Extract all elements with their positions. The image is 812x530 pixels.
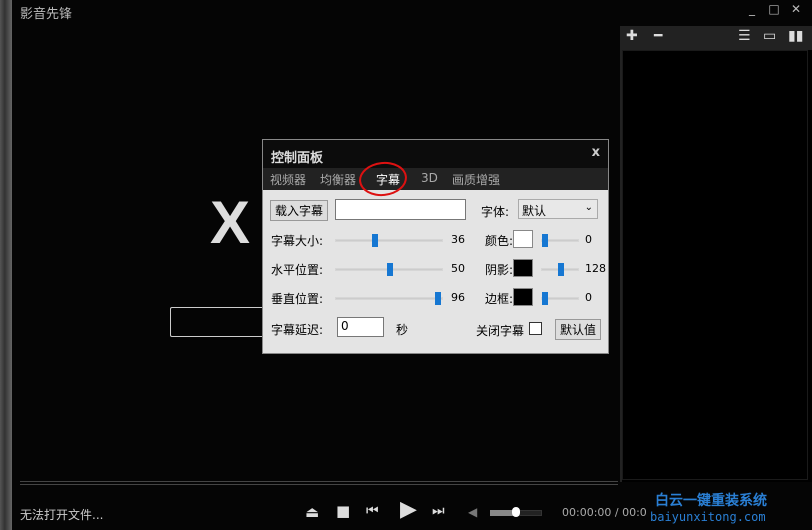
dialog-close-button[interactable]: x (592, 145, 600, 160)
delay-input[interactable]: 0 (337, 317, 384, 337)
slider-value: 50 (451, 262, 465, 275)
tab-equalizer[interactable]: 均衡器 (320, 171, 356, 188)
slider-value: 96 (451, 291, 465, 304)
slider-label: 垂直位置: (271, 292, 324, 306)
font-value: 默认 (522, 204, 547, 218)
volume-icon[interactable]: ◀ (468, 505, 477, 519)
play-button[interactable]: ▶ (400, 497, 417, 522)
close-subtitle-checkbox[interactable] (529, 322, 542, 335)
color-label: 颜色: (485, 234, 514, 248)
stop-button[interactable]: ■ (336, 502, 350, 520)
subtitle-path-input[interactable] (335, 199, 466, 220)
next-button[interactable]: ⏭ (432, 503, 445, 519)
slider-label: 字幕大小: (271, 234, 324, 248)
color-slider-knob[interactable] (542, 234, 548, 247)
playlist-toolbar (620, 26, 812, 50)
chevron-down-icon: ⌄ (584, 202, 593, 213)
previous-button[interactable]: ⏮ (366, 503, 379, 519)
slider-knob[interactable] (387, 263, 393, 276)
chat-icon[interactable]: ▭ (763, 28, 776, 44)
minimize-button[interactable]: _ (744, 2, 760, 16)
window-border (0, 0, 12, 530)
watermark-text: 白云一键重装系统 (655, 493, 767, 509)
delay-label: 字幕延迟: (271, 323, 324, 337)
color-slider-value: 0 (585, 233, 592, 246)
signal-icon[interactable]: ▮▮ (788, 28, 803, 44)
time-display: 00:00:00 / 00:0 (562, 506, 647, 519)
eject-button[interactable]: ⏏ (305, 503, 319, 521)
font-label: 字体: (481, 205, 510, 219)
color-swatch[interactable] (513, 230, 533, 248)
tab-video[interactable]: 视频器 (270, 171, 306, 188)
color-slider-knob[interactable] (542, 292, 548, 305)
slider-label: 水平位置: (271, 263, 324, 277)
close-subtitle-label: 关闭字幕 (476, 324, 525, 338)
slider-track[interactable] (335, 297, 443, 300)
slider-knob[interactable] (372, 234, 379, 247)
color-swatch[interactable] (513, 259, 533, 277)
volume-knob[interactable] (512, 507, 520, 517)
dialog-title: 控制面板 (263, 140, 608, 168)
color-slider-value: 128 (585, 262, 606, 275)
load-subtitle-button[interactable]: 载入字幕 (270, 200, 329, 221)
app-title: 影音先锋 (20, 7, 73, 22)
color-slider-value: 0 (585, 291, 592, 304)
slider-track[interactable] (335, 239, 443, 242)
font-select[interactable]: 默认 ⌄ (518, 199, 598, 219)
logo-glyph: X (210, 189, 251, 256)
control-panel-dialog: 控制面板 x 视频器 均衡器 字幕 3D 画质增强 载入字幕 字体: 默认 ⌄ … (262, 139, 609, 354)
maximize-button[interactable]: □ (766, 2, 782, 16)
status-text: 无法打开文件... (20, 508, 104, 522)
color-slider-knob[interactable] (558, 263, 564, 276)
slider-knob[interactable] (434, 292, 441, 305)
close-button[interactable]: ✕ (788, 2, 804, 16)
delay-unit: 秒 (396, 323, 409, 337)
slider-value: 36 (451, 233, 465, 246)
list-icon[interactable]: ☰ (738, 28, 751, 44)
color-label: 阴影: (485, 263, 514, 277)
tab-3d[interactable]: 3D (421, 171, 438, 185)
default-button[interactable]: 默认值 (555, 319, 602, 340)
color-swatch[interactable] (513, 288, 533, 306)
color-label: 边框: (485, 292, 514, 306)
playlist-list[interactable] (622, 50, 808, 480)
tab-bar: 视频器 均衡器 字幕 3D 画质增强 (263, 168, 608, 190)
add-icon[interactable]: ✚ (626, 28, 638, 44)
tab-enhance[interactable]: 画质增强 (452, 171, 500, 188)
seek-bar[interactable] (20, 481, 618, 485)
url-input[interactable] (170, 307, 265, 337)
watermark-url: baiyunxitong.com (650, 510, 766, 524)
remove-icon[interactable]: ━ (654, 28, 662, 44)
